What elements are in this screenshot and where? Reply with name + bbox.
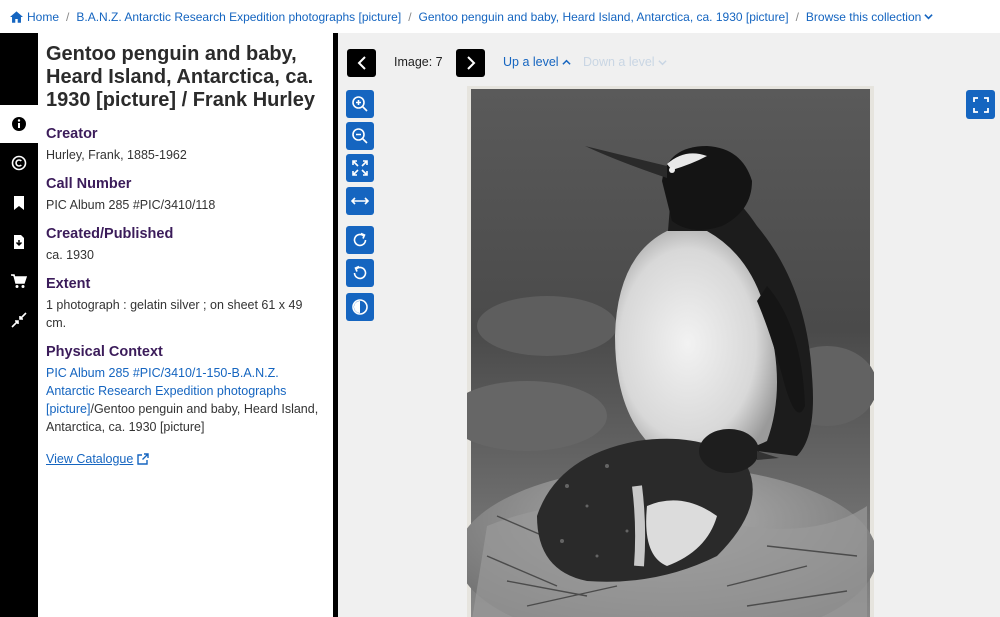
photograph[interactable] — [467, 86, 874, 617]
bookmark-icon — [14, 196, 24, 210]
breadcrumb-separator: / — [66, 9, 70, 24]
breadcrumb-separator: / — [408, 9, 412, 24]
fit-to-screen-button[interactable] — [346, 154, 374, 182]
physical-context-label: Physical Context — [46, 344, 163, 360]
extent-value: 1 photograph : gelatin silver ; on sheet… — [46, 298, 303, 330]
breadcrumb-item[interactable]: Gentoo penguin and baby, Heard Island, A… — [419, 10, 789, 24]
physical-context-value: PIC Album 285 #PIC/3410/1-150-B.A.N.Z. A… — [46, 364, 321, 436]
breadcrumb-home[interactable]: Home — [10, 10, 59, 24]
breadcrumb-home-label: Home — [27, 9, 60, 24]
side-toolbar — [0, 33, 38, 617]
created-field: Created/Published ca. 1930 — [46, 226, 321, 264]
breadcrumb-collection[interactable]: B.A.N.Z. Antarctic Research Expedition p… — [76, 10, 401, 24]
call-number-field: Call Number PIC Album 285 #PIC/3410/118 — [46, 176, 321, 214]
download-tab[interactable] — [0, 223, 38, 261]
zoom-out-icon — [352, 128, 368, 144]
rotate-left-button[interactable] — [346, 259, 374, 287]
order-copy-tab[interactable] — [0, 262, 38, 300]
download-icon — [14, 235, 24, 249]
call-number-value: PIC Album 285 #PIC/3410/118 — [46, 198, 216, 212]
collapse-panel-button[interactable] — [0, 301, 38, 339]
breadcrumb: Home / B.A.N.Z. Antarctic Research Exped… — [0, 0, 1000, 33]
call-number-label: Call Number — [46, 176, 132, 192]
home-icon — [10, 10, 23, 23]
fullscreen-icon — [972, 96, 989, 113]
view-catalogue-link[interactable]: View Catalogue — [46, 452, 150, 466]
chevron-down-icon — [924, 14, 933, 20]
info-tab[interactable] — [0, 105, 38, 143]
chevron-right-icon — [466, 56, 475, 70]
creator-field: Creator Hurley, Frank, 1885-1962 — [46, 126, 321, 164]
image-counter: Image: 7 — [394, 55, 443, 69]
fit-width-icon — [351, 197, 369, 205]
breadcrumb-separator: / — [795, 9, 799, 24]
view-catalogue-label: View Catalogue — [46, 452, 134, 466]
chevron-left-icon — [357, 56, 366, 70]
browse-collection-label: Browse this collection — [805, 9, 922, 24]
contrast-icon — [352, 299, 368, 315]
extent-field: Extent 1 photograph : gelatin silver ; o… — [46, 276, 321, 332]
down-level-label: Down a level — [583, 55, 655, 69]
fullscreen-button[interactable] — [966, 90, 995, 119]
previous-image-button[interactable] — [347, 49, 376, 77]
physical-context-field: Physical Context PIC Album 285 #PIC/3410… — [46, 344, 321, 436]
zoom-in-button[interactable] — [346, 90, 374, 118]
penguin-photograph — [467, 89, 874, 617]
rotate-right-icon — [353, 232, 367, 247]
extent-label: Extent — [46, 276, 91, 292]
external-link-icon — [137, 453, 150, 465]
fit-width-button[interactable] — [346, 187, 374, 215]
cart-icon — [11, 274, 27, 288]
rotate-right-button[interactable] — [346, 226, 374, 254]
bookmark-tab[interactable] — [0, 184, 38, 222]
rotate-left-icon — [353, 265, 367, 280]
creator-value: Hurley, Frank, 1885-1962 — [46, 148, 187, 162]
info-icon — [12, 117, 26, 131]
contrast-button[interactable] — [346, 293, 374, 321]
created-label: Created/Published — [46, 226, 174, 242]
rights-tab[interactable] — [0, 144, 38, 182]
browse-collection-button[interactable]: Browse this collection — [806, 10, 933, 24]
zoom-out-button[interactable] — [346, 122, 374, 150]
next-image-button[interactable] — [456, 49, 485, 77]
up-level-label: Up a level — [503, 55, 559, 69]
zoom-in-icon — [352, 96, 368, 112]
creator-label: Creator — [46, 126, 98, 142]
created-value: ca. 1930 — [46, 248, 94, 262]
chevron-down-icon — [657, 59, 667, 65]
image-viewer: Image: 7 Up a level Down a level — [338, 33, 1000, 617]
record-details-panel: Gentoo penguin and baby, Heard Island, A… — [38, 33, 333, 617]
chevron-up-icon — [561, 59, 571, 65]
collapse-icon — [11, 312, 27, 328]
copyright-icon — [11, 155, 27, 171]
up-level-button[interactable]: Up a level — [503, 55, 571, 69]
page-title: Gentoo penguin and baby, Heard Island, A… — [46, 43, 315, 111]
down-level-button[interactable]: Down a level — [583, 55, 667, 69]
fit-icon — [352, 160, 368, 176]
